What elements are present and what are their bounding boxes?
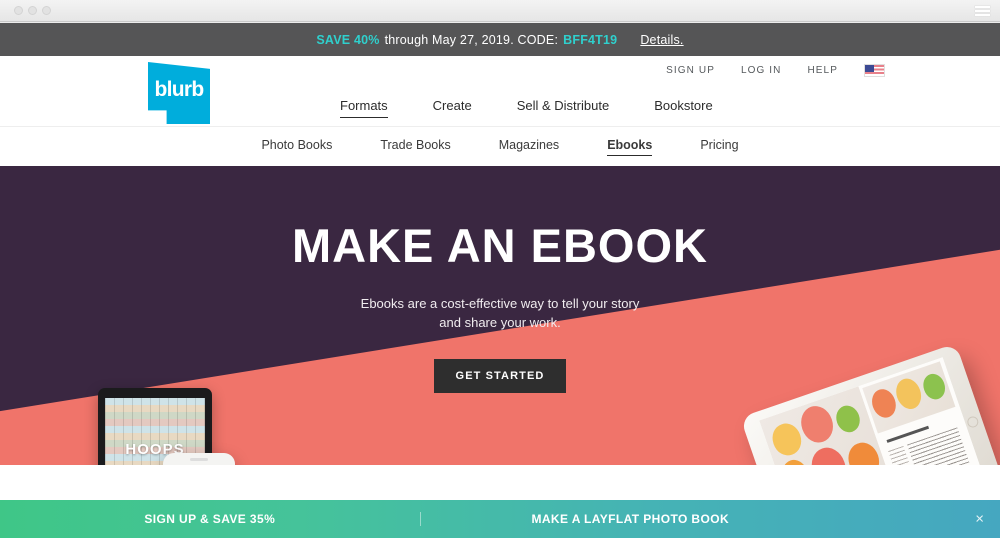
subnav-item-pricing[interactable]: Pricing xyxy=(700,138,738,155)
help-link[interactable]: HELP xyxy=(807,65,838,76)
hero-subtitle-line1: Ebooks are a cost-effective way to tell … xyxy=(360,296,640,311)
signup-save-button[interactable]: SIGN UP & SAVE 35% xyxy=(0,512,421,526)
promo-code: BFF4T19 xyxy=(563,32,618,47)
blurb-logo[interactable]: blurb xyxy=(148,62,210,124)
utility-nav: SIGN UP LOG IN HELP xyxy=(666,64,885,77)
browser-chrome xyxy=(0,0,1000,22)
bottom-promo-bar: SIGN UP & SAVE 35% MAKE A LAYFLAT PHOTO … xyxy=(0,500,1000,538)
layflat-photo-book-button[interactable]: MAKE A LAYFLAT PHOTO BOOK xyxy=(421,512,841,526)
login-link[interactable]: LOG IN xyxy=(741,65,782,76)
close-icon[interactable]: × xyxy=(975,512,984,527)
page-viewport: SAVE 40% through May 27, 2019. CODE: BFF… xyxy=(0,23,1000,538)
us-flag-icon[interactable] xyxy=(864,64,885,77)
window-minimize-dot[interactable] xyxy=(28,6,37,15)
get-started-button[interactable]: GET STARTED xyxy=(433,358,567,393)
hamburger-icon[interactable] xyxy=(975,5,992,16)
nav-item-create[interactable]: Create xyxy=(433,98,472,118)
window-close-dot[interactable] xyxy=(14,6,23,15)
window-controls[interactable] xyxy=(8,6,51,15)
nav-item-sell-distribute[interactable]: Sell & Distribute xyxy=(517,98,609,118)
ipad-home-button xyxy=(965,414,980,429)
phone-device: GP ARCHITECT & BUILDER xyxy=(163,453,235,465)
sub-nav: Photo Books Trade Books Magazines Ebooks… xyxy=(0,126,1000,166)
site-header: blurb SIGN UP LOG IN HELP Formats Create… xyxy=(0,56,1000,126)
promo-middle-text: through May 27, 2019. CODE: xyxy=(384,32,559,47)
logo-text: blurb xyxy=(154,77,205,101)
nav-item-formats[interactable]: Formats xyxy=(340,98,388,118)
main-nav: Formats Create Sell & Distribute Booksto… xyxy=(340,98,713,118)
nav-item-bookstore[interactable]: Bookstore xyxy=(654,98,713,118)
hero-subtitle: Ebooks are a cost-effective way to tell … xyxy=(0,295,1000,333)
promo-save-text: SAVE 40% xyxy=(316,32,380,47)
hero-section: HOOPS GP ARCHITECT & BUILDER xyxy=(0,166,1000,465)
hero-title: MAKE AN EBOOK xyxy=(292,219,708,272)
hero-content: MAKE AN EBOOK Ebooks are a cost-effectiv… xyxy=(0,218,1000,393)
content-gap xyxy=(0,465,1000,500)
phone-speaker xyxy=(190,458,208,461)
subnav-item-photo-books[interactable]: Photo Books xyxy=(261,138,332,155)
page-root: SAVE 40% through May 27, 2019. CODE: BFF… xyxy=(0,0,1000,538)
signup-link[interactable]: SIGN UP xyxy=(666,65,715,76)
promo-details-link[interactable]: Details. xyxy=(640,33,683,47)
window-maximize-dot[interactable] xyxy=(42,6,51,15)
flag-canton xyxy=(865,65,874,72)
hero-subtitle-line2: and share your work. xyxy=(439,314,561,330)
subnav-item-trade-books[interactable]: Trade Books xyxy=(380,138,450,155)
subnav-item-ebooks[interactable]: Ebooks xyxy=(607,138,653,156)
recipe-body-column xyxy=(906,427,979,465)
promo-banner: SAVE 40% through May 27, 2019. CODE: BFF… xyxy=(0,23,1000,56)
subnav-item-magazines[interactable]: Magazines xyxy=(499,138,559,155)
